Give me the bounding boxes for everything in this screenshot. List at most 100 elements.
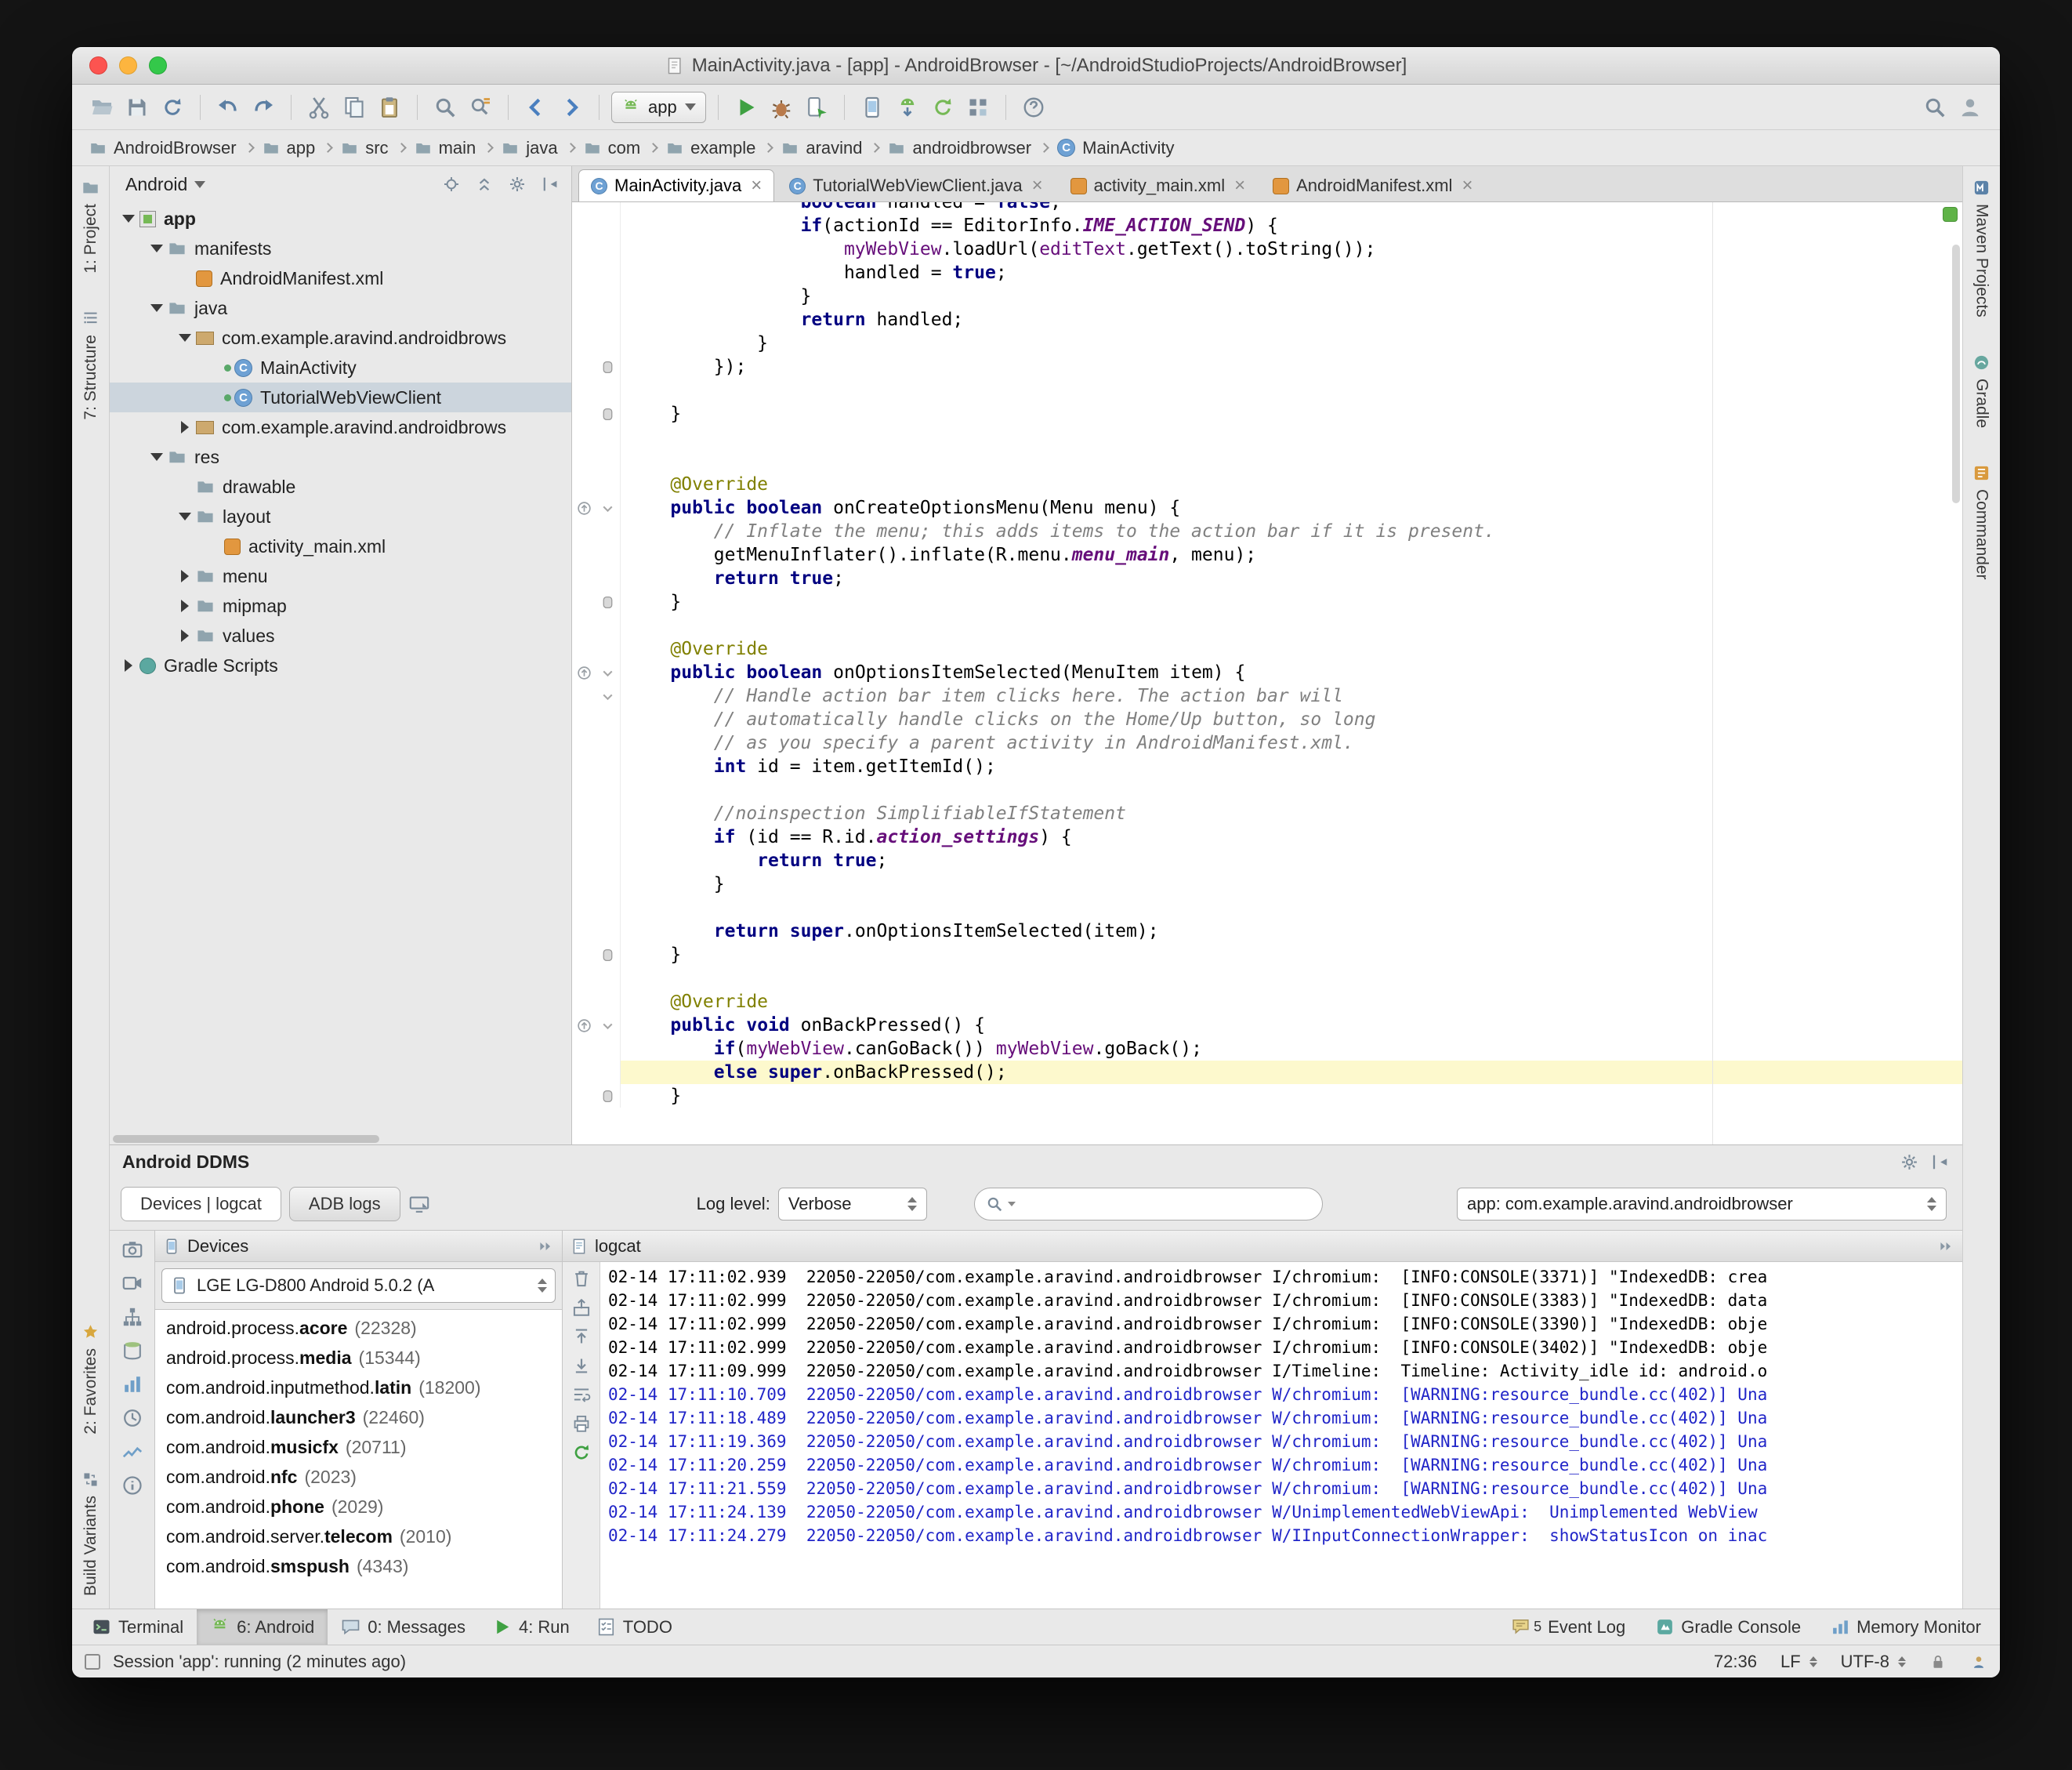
code-line[interactable]: // as you specify a parent activity in A… [572,731,1962,755]
run-configuration-select[interactable]: app [611,91,706,123]
fold-end-icon[interactable] [600,947,616,963]
breadcrumb-item-androidbrowser[interactable]: androidbrowser [888,138,1031,158]
encoding-select[interactable]: UTF-8 [1841,1652,1906,1672]
tree-item-drawable[interactable]: drawable [110,472,571,502]
log-line[interactable]: 02-14 17:11:02.939 22050-22050/com.examp… [608,1265,1962,1289]
screen-record-icon[interactable] [121,1272,143,1294]
network-stats-icon[interactable] [121,1441,143,1463]
fold-end-icon[interactable] [600,1088,616,1104]
tree-expand-arrow-icon[interactable] [174,629,196,642]
code-line[interactable]: public void onBackPressed() { [572,1014,1962,1037]
process-row[interactable]: com.android. launcher3 (22460) [155,1402,562,1432]
editor-tab-activity-main-xml[interactable]: activity_main.xml × [1058,169,1259,201]
tree-item-res[interactable]: res [110,442,571,472]
run-icon[interactable] [730,92,762,123]
code-line[interactable]: public boolean onCreateOptionsMenu(Menu … [572,496,1962,520]
tree-item-layout[interactable]: layout [110,502,571,531]
tree-item-menu[interactable]: menu [110,561,571,591]
process-row[interactable]: com.android. phone (2029) [155,1492,562,1522]
help-icon[interactable] [1018,92,1049,123]
hierarchy-view-icon[interactable] [121,1306,143,1328]
tree-expand-arrow-icon[interactable] [174,570,196,582]
attach-debugger-icon[interactable] [801,92,832,123]
fold-end-icon[interactable] [600,594,616,611]
code-line[interactable]: } [572,590,1962,614]
tab-adb-logs[interactable]: ADB logs [288,1187,400,1221]
breadcrumb-item-app[interactable]: app [263,138,315,158]
code-line[interactable]: return handled; [572,308,1962,332]
statusbar-widget-gradle-console[interactable]: Gradle Console [1655,1617,1801,1638]
log-line[interactable]: 02-14 17:11:09.999 22050-22050/com.examp… [608,1359,1962,1383]
code-line[interactable]: if (id == R.id.action_settings) { [572,825,1962,849]
tab-devices-logcat[interactable]: Devices | logcat [121,1187,281,1221]
toolwindow-button-terminal[interactable]: Terminal [78,1609,197,1645]
breadcrumb-item-com[interactable]: com [584,138,640,158]
log-line[interactable]: 02-14 17:11:02.999 22050-22050/com.examp… [608,1336,1962,1359]
heap-dump-icon[interactable] [121,1340,143,1362]
avd-manager-icon[interactable] [857,92,888,123]
scroll-up-icon[interactable] [571,1326,592,1347]
tree-collapse-arrow-icon[interactable] [146,453,168,461]
logcat-search-input[interactable] [1020,1194,1311,1214]
project-structure-icon[interactable] [962,92,994,123]
process-row[interactable]: com.android.server. telecom (2010) [155,1522,562,1551]
hide-panel-icon[interactable] [1930,1152,1950,1172]
code-line[interactable]: //noinspection SimplifiableIfStatement [572,802,1962,825]
close-tab-icon[interactable]: × [1234,176,1245,195]
code-line[interactable]: else super.onBackPressed(); [572,1061,1962,1084]
replace-icon[interactable] [465,92,496,123]
code-line[interactable]: } [572,1084,1962,1108]
tree-item-gradle-scripts[interactable]: Gradle Scripts [110,651,571,680]
log-line[interactable]: 02-14 17:11:10.709 22050-22050/com.examp… [608,1383,1962,1406]
minimize-window-button[interactable] [119,56,137,74]
code-line[interactable] [572,614,1962,637]
collapse-panel-icon[interactable] [1937,1238,1954,1255]
tree-collapse-arrow-icon[interactable] [118,215,139,223]
tool-button-7-structure[interactable]: 7: Structure [82,310,100,419]
log-line[interactable]: 02-14 17:11:21.559 22050-22050/com.examp… [608,1477,1962,1500]
settings-icon[interactable] [1900,1152,1919,1172]
code-line[interactable] [572,896,1962,919]
log-line[interactable]: 02-14 17:11:24.279 22050-22050/com.examp… [608,1524,1962,1547]
scroll-down-icon[interactable] [571,1355,592,1376]
override-marker-icon[interactable] [576,1017,592,1034]
user-icon[interactable] [1954,92,1986,123]
tree-expand-arrow-icon[interactable] [174,600,196,612]
sync-icon[interactable] [157,92,188,123]
debug-icon[interactable] [766,92,797,123]
code-line[interactable] [572,778,1962,802]
code-line[interactable] [572,967,1962,990]
process-row[interactable]: com.android. musicfx (20711) [155,1432,562,1462]
collapse-all-icon[interactable] [471,172,498,196]
caret-position[interactable]: 72:36 [1714,1652,1757,1672]
code-line[interactable]: } [572,943,1962,967]
code-line[interactable]: getMenuInflater().inflate(R.menu.menu_ma… [572,543,1962,567]
tree-collapse-arrow-icon[interactable] [146,304,168,312]
tool-button-commander[interactable]: Commander [1972,464,1991,579]
code-line[interactable]: myWebView.loadUrl(editText.getText().toS… [572,238,1962,261]
process-row[interactable]: com.android. nfc (2023) [155,1462,562,1492]
tree-expand-arrow-icon[interactable] [118,659,139,672]
editor-tab-tutorialwebviewclient-java[interactable]: C TutorialWebViewClient.java × [777,169,1055,201]
back-icon[interactable] [520,92,552,123]
code-editor[interactable]: boolean handled = false; if(actionId == … [572,202,1962,1144]
sync-project-icon[interactable] [927,92,958,123]
toolwindow-button-0-messages[interactable]: 0: Messages [328,1609,479,1645]
paste-icon[interactable] [374,92,405,123]
fold-end-icon[interactable] [600,359,616,375]
lock-icon[interactable] [1929,1653,1947,1670]
log-line[interactable]: 02-14 17:11:02.999 22050-22050/com.examp… [608,1312,1962,1336]
method-profiling-icon[interactable] [121,1407,143,1429]
device-select[interactable]: LGE LG-D800 Android 5.0.2 (A [161,1268,556,1303]
tree-item-mainactivity[interactable]: C MainActivity [110,353,571,383]
tree-item-java[interactable]: java [110,293,571,323]
tree-collapse-arrow-icon[interactable] [146,245,168,252]
override-marker-icon[interactable] [576,500,592,517]
code-line[interactable]: boolean handled = false; [572,202,1962,214]
project-horizontal-scrollbar[interactable] [110,1133,571,1144]
code-line[interactable]: if(myWebView.canGoBack()) myWebView.goBa… [572,1037,1962,1061]
tree-item-com-example-aravind-androidbrows[interactable]: com.example.aravind.androidbrows [110,323,571,353]
copy-icon[interactable] [339,92,370,123]
tree-item-tutorialwebviewclient[interactable]: C TutorialWebViewClient [110,383,571,412]
code-line[interactable] [572,449,1962,473]
